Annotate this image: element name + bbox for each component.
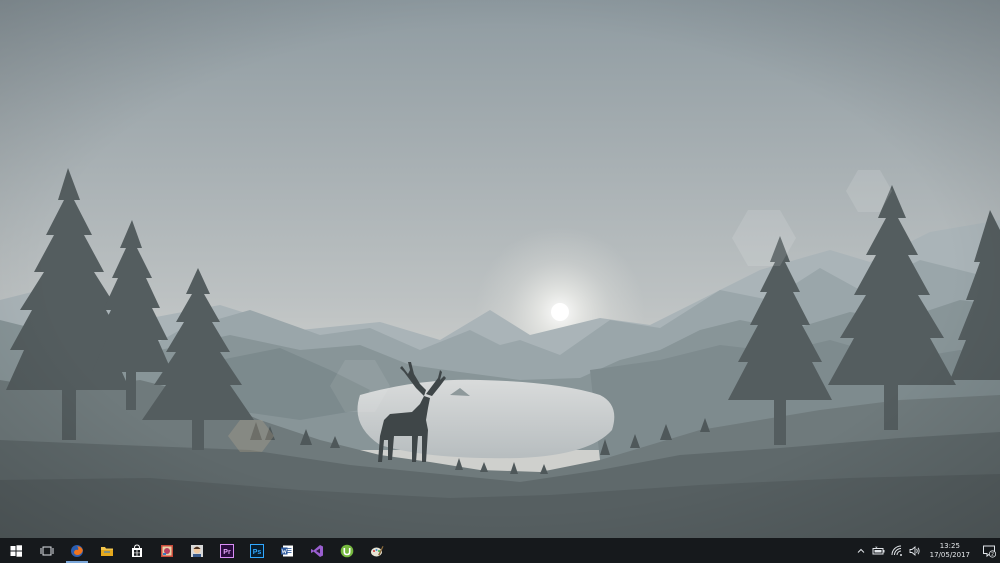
taskbar-app-file-explorer[interactable] bbox=[92, 538, 122, 563]
photoshop-icon: Ps bbox=[250, 543, 264, 558]
system-tray: 13:25 17/05/2017 2 bbox=[852, 538, 1000, 563]
taskbar: Pr Ps 13:25 17/05/2017 2 bbox=[0, 538, 1000, 563]
svg-text:Ps: Ps bbox=[253, 549, 262, 556]
folder-icon bbox=[101, 546, 113, 556]
taskbar-app-firefox[interactable] bbox=[62, 538, 92, 563]
face-app-icon bbox=[191, 544, 203, 557]
paint-icon bbox=[371, 545, 384, 556]
wifi-icon bbox=[891, 545, 902, 556]
notification-icon: 2 bbox=[983, 545, 996, 557]
start-button[interactable] bbox=[0, 538, 32, 563]
utorrent-icon bbox=[340, 544, 354, 557]
volume-icon bbox=[909, 545, 920, 556]
task-view-button[interactable] bbox=[32, 538, 62, 563]
firefox-icon bbox=[71, 544, 83, 557]
taskbar-app-paint[interactable] bbox=[362, 538, 392, 563]
chevron-up-icon bbox=[857, 548, 864, 553]
taskbar-app-store[interactable] bbox=[122, 538, 152, 563]
notification-count: 2 bbox=[991, 551, 994, 557]
taskbar-app-visual-studio[interactable] bbox=[302, 538, 332, 563]
word-icon bbox=[281, 545, 293, 556]
visual-studio-icon bbox=[311, 544, 323, 557]
clock[interactable]: 13:25 17/05/2017 bbox=[930, 542, 970, 560]
premiere-icon: Pr bbox=[220, 543, 234, 558]
volume-button[interactable] bbox=[908, 544, 922, 558]
store-icon bbox=[132, 543, 142, 557]
taskbar-app-premiere[interactable]: Pr bbox=[212, 538, 242, 563]
colorful-app-icon bbox=[161, 544, 173, 557]
battery-button[interactable] bbox=[872, 544, 886, 558]
taskbar-app-utorrent[interactable] bbox=[332, 538, 362, 563]
battery-icon bbox=[872, 546, 885, 554]
task-view-icon bbox=[40, 546, 54, 555]
taskbar-app-5[interactable] bbox=[182, 538, 212, 563]
action-center-button[interactable]: 2 bbox=[978, 538, 1000, 563]
clock-time: 13:25 bbox=[939, 541, 960, 550]
clock-date: 17/05/2017 bbox=[929, 550, 970, 559]
desktop-wallpaper bbox=[0, 0, 1000, 538]
windows-logo-icon bbox=[10, 544, 22, 557]
svg-text:Pr: Pr bbox=[223, 549, 231, 556]
taskbar-app-photoshop[interactable]: Ps bbox=[242, 538, 272, 563]
network-button[interactable] bbox=[890, 544, 904, 558]
taskbar-app-word[interactable] bbox=[272, 538, 302, 563]
show-hidden-icons-button[interactable] bbox=[854, 544, 868, 558]
taskbar-app-4[interactable] bbox=[152, 538, 182, 563]
